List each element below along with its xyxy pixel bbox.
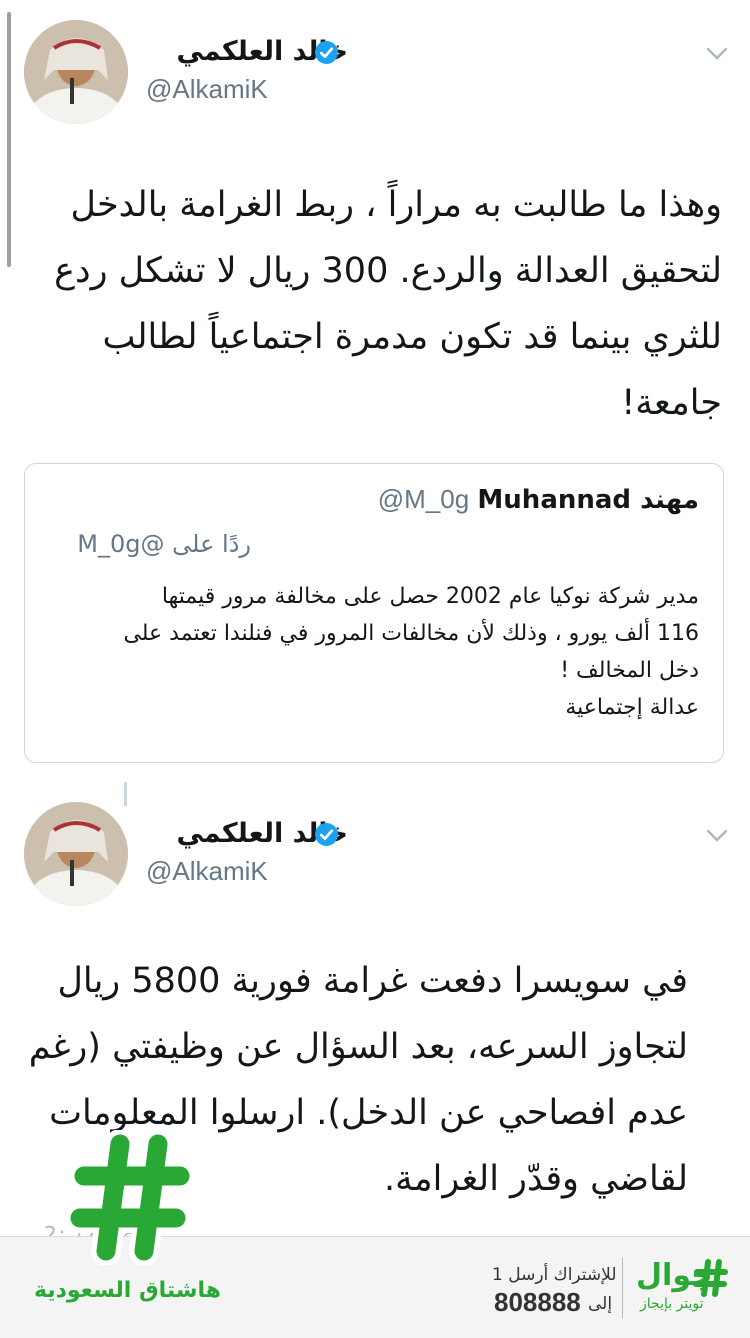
tweet-text-line: لتجاوز السرعه، بعد السؤال عن وظيفتي (رغم [28, 1027, 688, 1067]
quoted-tweet[interactable]: @M_0g Muhannad مهند ردًا على @M_0g مدير … [24, 463, 724, 763]
scrollbar[interactable] [7, 12, 11, 267]
chevron-down-icon[interactable] [706, 828, 728, 842]
tweet-text-line: للثري بينما قد تكون مدمرة اجتماعياً لطال… [102, 317, 722, 357]
verified-badge-icon [314, 40, 339, 65]
avatar[interactable] [24, 802, 128, 906]
hashtag-logo-icon [693, 1258, 729, 1298]
to-label: إلى [588, 1294, 613, 1314]
hashtag-logo-icon [65, 1129, 195, 1266]
short-code: 808888 [494, 1287, 581, 1317]
thread-connector [124, 782, 127, 806]
quote-author-name: Muhannad مهند [477, 485, 699, 515]
verified-badge-icon [314, 822, 339, 847]
tweet-text-line: في سويسرا دفعت غرامة فورية 5800 ريال [57, 961, 688, 1001]
author-handle[interactable]: @AlkamiK [146, 74, 268, 105]
tweet-text-line: جامعة! [621, 383, 722, 423]
tweet-text-line: وهذا ما طالبت به مراراً ، ربط الغرامة با… [70, 185, 722, 225]
chevron-down-icon[interactable] [706, 46, 728, 60]
quote-text-line: مدير شركة نوكيا عام 2002 حصل على مخالفة … [161, 584, 699, 609]
quote-author-row: @M_0g Muhannad مهند [378, 484, 699, 515]
quote-text-line: دخل المخالف ! [560, 658, 699, 683]
quote-author-handle: @M_0g [377, 484, 470, 514]
quote-text: مدير شركة نوكيا عام 2002 حصل على مخالفة … [49, 578, 699, 726]
quote-text-line: عدالة إجتماعية [565, 695, 699, 720]
carrier-subtitle: تويتر بإيجاز [640, 1296, 704, 1312]
quote-text-line: 116 ألف يورو ، وذلك لأن مخالفات المرور ف… [123, 621, 699, 646]
reply-to-label[interactable]: ردًا على @M_0g [77, 530, 251, 558]
brand-text: هاشتاق السعودية [34, 1278, 222, 1303]
tweet-text: وهذا ما طالبت به مراراً ، ربط الغرامة با… [22, 172, 722, 436]
avatar[interactable] [24, 20, 128, 124]
divider [622, 1258, 623, 1318]
author-handle[interactable]: @AlkamiK [146, 856, 268, 887]
subscribe-text: للإشتراك أرسل 1 [492, 1265, 617, 1285]
tweet-text-line: لتحقيق العدالة والردع. 300 ريال لا تشكل … [54, 251, 722, 291]
